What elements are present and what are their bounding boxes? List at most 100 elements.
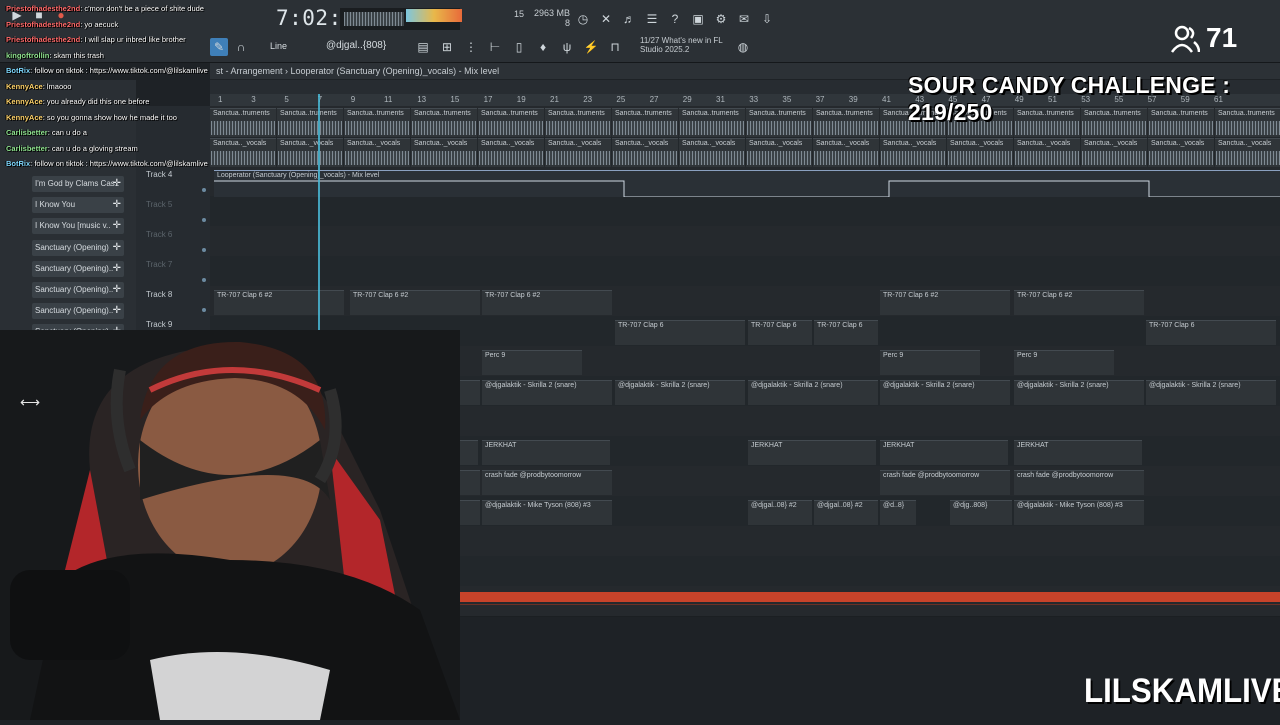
snare-clip[interactable]: @djgalaktik - Skrilla 2 (snare) bbox=[748, 380, 878, 405]
playlist-lane[interactable] bbox=[210, 226, 1280, 257]
audio-clip[interactable]: Sanctua.._vocals bbox=[1148, 138, 1214, 167]
crash-clip[interactable]: crash fade @prodbytoomorrow bbox=[880, 470, 1010, 495]
perc-clip[interactable]: Perc 9 bbox=[1014, 350, 1114, 375]
audio-clip[interactable]: Sanctua..truments bbox=[746, 108, 812, 137]
snare-clip[interactable]: @djgalaktik - Skrilla 2 (snare) bbox=[615, 380, 745, 405]
perc-clip[interactable]: Perc 9 bbox=[880, 350, 980, 375]
pattern-selector[interactable]: @djgal..{808} bbox=[326, 40, 386, 51]
bass-clip[interactable]: @djgal..08} #2 bbox=[748, 500, 812, 525]
clap-clip[interactable]: TR-707 Clap 6 bbox=[814, 320, 878, 345]
track-label[interactable]: Track 9 bbox=[146, 320, 172, 329]
playlist-lane[interactable] bbox=[210, 256, 1280, 287]
track-label[interactable]: Track 4 bbox=[146, 170, 172, 179]
hat-clip[interactable]: JERKHAT bbox=[748, 440, 876, 465]
picker-item[interactable]: I'm God by Clams Cas.. ✛ bbox=[32, 176, 124, 192]
audio-clip[interactable]: Sanctua.._vocals bbox=[1014, 138, 1080, 167]
snare-clip[interactable]: @djgalaktik - Skrilla 2 (snare) bbox=[482, 380, 612, 405]
track-enable-dot[interactable] bbox=[202, 308, 206, 312]
track-label[interactable]: Track 6 bbox=[146, 230, 172, 239]
track-enable-dot[interactable] bbox=[202, 248, 206, 252]
file-icon[interactable]: ▯ bbox=[510, 38, 528, 56]
audio-clip[interactable]: Sanctua..truments bbox=[277, 108, 343, 137]
plug-icon[interactable]: ⚡ bbox=[582, 38, 600, 56]
audio-clip[interactable]: Sanctua.._vocals bbox=[947, 138, 1013, 167]
news-panel[interactable]: 11/27 What's new in FL Studio 2025.2 bbox=[640, 36, 723, 54]
chat-icon[interactable]: ✉ bbox=[735, 10, 753, 28]
globe-icon[interactable]: ◍ bbox=[734, 38, 752, 56]
audio-clip[interactable]: Sanctua.._vocals bbox=[1081, 138, 1147, 167]
picker-item[interactable]: Sanctuary (Opening) ✛ bbox=[32, 239, 124, 256]
clap-clip[interactable]: TR-707 Clap 6 bbox=[748, 320, 812, 345]
audio-clip[interactable]: Sanctua.._vocals bbox=[277, 138, 343, 167]
snare-clip[interactable]: @djgalaktik - Skrilla 2 (snare) bbox=[1146, 380, 1276, 405]
mic-icon[interactable]: ♦ bbox=[534, 38, 552, 56]
help-icon[interactable]: ? bbox=[666, 10, 684, 28]
mixer-icon[interactable]: ✕ bbox=[597, 10, 615, 28]
picker-item[interactable]: Sanctuary (Opening)..✛ bbox=[32, 260, 124, 277]
audio-clip[interactable]: Sanctua..truments bbox=[545, 108, 611, 137]
plugin-icon[interactable]: ▣ bbox=[689, 10, 707, 28]
metronome-icon[interactable]: ◷ bbox=[574, 10, 592, 28]
snap-mode-label[interactable]: Line bbox=[270, 41, 287, 51]
bass-clip[interactable]: @djgal..08} #2 bbox=[814, 500, 878, 525]
audio-clip[interactable]: Sanctua..truments bbox=[612, 108, 678, 137]
hat-clip[interactable]: JERKHAT bbox=[880, 440, 1008, 465]
channel-rack-icon[interactable]: ⊞ bbox=[438, 38, 456, 56]
add-pattern-icon[interactable]: ✛ bbox=[113, 218, 121, 234]
crash-clip[interactable]: crash fade @prodbytoomorrow bbox=[1014, 470, 1144, 495]
snare-clip[interactable]: @djgalaktik - Skrilla 2 (snare) bbox=[1014, 380, 1144, 405]
picker-item[interactable]: I Know You [music v.. ✛ bbox=[32, 218, 124, 235]
picker-item[interactable]: I Know You ✛ bbox=[32, 197, 124, 214]
add-pattern-icon[interactable]: ✛ bbox=[113, 261, 121, 277]
add-pattern-icon[interactable]: ✛ bbox=[113, 176, 121, 192]
audio-clip[interactable]: Sanctua.._vocals bbox=[612, 138, 678, 167]
bass-clip[interactable]: @djg..808} bbox=[950, 500, 1012, 525]
playlist-lane[interactable] bbox=[210, 196, 1280, 227]
mixer-view-icon[interactable]: ⋮ bbox=[462, 38, 480, 56]
audio-clip[interactable]: Sanctua.._vocals bbox=[478, 138, 544, 167]
audio-clip[interactable]: Sanctua.._vocals bbox=[880, 138, 946, 167]
audio-clip[interactable]: Sanctua.._vocals bbox=[545, 138, 611, 167]
perc-clip[interactable]: Perc 9 bbox=[482, 350, 582, 375]
clap-clip[interactable]: TR-707 Clap 6 #2 bbox=[214, 290, 344, 315]
audio-clip[interactable]: Sanctua.._vocals bbox=[1215, 138, 1280, 167]
audio-clip[interactable]: Sanctua.._vocals bbox=[344, 138, 410, 167]
bass-clip[interactable]: @d..8} bbox=[880, 500, 916, 525]
audio-clip[interactable]: Sanctua.._vocals bbox=[813, 138, 879, 167]
piano-roll-icon[interactable]: ♬ bbox=[620, 10, 638, 28]
audio-clip[interactable]: Sanctua..truments bbox=[411, 108, 477, 137]
audio-clip[interactable]: Sanctua..truments bbox=[813, 108, 879, 137]
download-icon[interactable]: ⇩ bbox=[758, 10, 776, 28]
picker-item[interactable]: Sanctuary (Opening)..✛ bbox=[32, 282, 124, 298]
track-enable-dot[interactable] bbox=[202, 188, 206, 192]
audio-clip[interactable]: Sanctua..truments bbox=[478, 108, 544, 137]
tuning-fork-icon[interactable]: ψ bbox=[558, 38, 576, 56]
hat-clip[interactable]: JERKHAT bbox=[1014, 440, 1142, 465]
clap-clip[interactable]: TR-707 Clap 6 #2 bbox=[482, 290, 612, 315]
crash-clip[interactable]: crash fade @prodbytoomorrow bbox=[482, 470, 612, 495]
clap-clip[interactable]: TR-707 Clap 6 #2 bbox=[350, 290, 480, 315]
clap-clip[interactable]: TR-707 Clap 6 #2 bbox=[880, 290, 1010, 315]
hat-clip[interactable]: JERKHAT bbox=[482, 440, 610, 465]
audio-clip[interactable]: Sanctua.._vocals bbox=[411, 138, 477, 167]
audio-clip[interactable]: Sanctua..truments bbox=[679, 108, 745, 137]
audio-clip[interactable]: Sanctua.._vocals bbox=[679, 138, 745, 167]
clap-clip[interactable]: TR-707 Clap 6 #2 bbox=[1014, 290, 1144, 315]
snare-clip[interactable]: @djgalaktik - Skrilla 2 (snare) bbox=[880, 380, 1010, 405]
add-pattern-icon[interactable]: ✛ bbox=[113, 197, 121, 213]
audio-clip[interactable]: Sanctua.._vocals bbox=[746, 138, 812, 167]
clap-clip[interactable]: TR-707 Clap 6 bbox=[615, 320, 745, 345]
track-label[interactable]: Track 8 bbox=[146, 290, 172, 299]
track-label[interactable]: Track 7 bbox=[146, 260, 172, 269]
track-enable-dot[interactable] bbox=[202, 278, 206, 282]
settings-icon[interactable]: ⚙ bbox=[712, 10, 730, 28]
add-pattern-icon[interactable]: ✛ bbox=[113, 240, 121, 256]
picker-item[interactable]: Sanctuary (Opening)..✛ bbox=[32, 303, 124, 320]
bass-clip[interactable]: @djgalaktik - Mike Tyson (808) #3 bbox=[1014, 500, 1144, 525]
add-pattern-icon[interactable]: ✛ bbox=[113, 282, 121, 298]
bass-clip[interactable]: @djgalaktik - Mike Tyson (808) #3 bbox=[482, 500, 612, 525]
cart-icon[interactable]: ⊓ bbox=[606, 38, 624, 56]
track-enable-dot[interactable] bbox=[202, 218, 206, 222]
track-label[interactable]: Track 5 bbox=[146, 200, 172, 209]
browser-icon[interactable]: ☰ bbox=[643, 10, 661, 28]
